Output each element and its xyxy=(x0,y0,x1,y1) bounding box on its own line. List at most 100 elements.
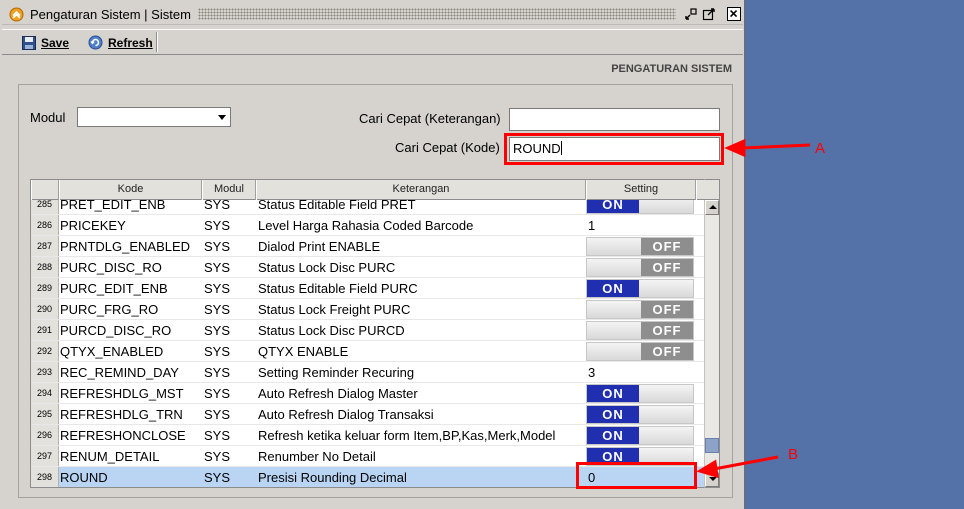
cell-kode[interactable]: ROUND xyxy=(59,467,202,487)
cell-kode[interactable]: PRNTDLG_ENABLED xyxy=(59,236,202,256)
vertical-scrollbar[interactable] xyxy=(704,179,720,488)
cell-modul[interactable]: SYS xyxy=(202,341,256,361)
cell-kode[interactable]: REFRESHONCLOSE xyxy=(59,425,202,445)
table-row[interactable]: 291 PURCD_DISC_RO SYS Status Lock Disc PURC… xyxy=(31,320,705,341)
keterangan-search-input[interactable] xyxy=(509,108,720,131)
scroll-down-button[interactable] xyxy=(705,472,719,487)
cell-keterangan[interactable]: Presisi Rounding Decimal xyxy=(256,467,586,487)
table-row[interactable]: 286 PRICEKEY SYS Level Harga Rahasia Coded … xyxy=(31,215,705,236)
table-row[interactable]: 293 REC_REMIND_DAY SYS Setting Reminder Rec… xyxy=(31,362,705,383)
cell-kode[interactable]: RENUM_DETAIL xyxy=(59,446,202,466)
table-row[interactable]: 287 PRNTDLG_ENABLED SYS Dialod Print ENABLE… xyxy=(31,236,705,257)
cell-keterangan[interactable]: Auto Refresh Dialog Transaksi xyxy=(256,404,586,424)
setting-value[interactable]: 3 xyxy=(588,365,595,380)
row-number[interactable]: 286 xyxy=(31,215,59,235)
column-header-kode[interactable]: Kode xyxy=(59,180,202,200)
row-number[interactable]: 289 xyxy=(31,278,59,298)
cell-modul[interactable]: SYS xyxy=(202,362,256,382)
setting-toggle[interactable]: OFF xyxy=(586,237,694,256)
row-number[interactable]: 296 xyxy=(31,425,59,445)
row-number[interactable]: 287 xyxy=(31,236,59,256)
cell-setting[interactable]: ON xyxy=(586,383,696,403)
cell-kode[interactable]: REC_REMIND_DAY xyxy=(59,362,202,382)
save-button[interactable]: Save xyxy=(18,32,73,53)
setting-value[interactable]: 1 xyxy=(588,218,595,233)
close-icon[interactable] xyxy=(727,7,741,21)
cell-modul[interactable]: SYS xyxy=(202,383,256,403)
setting-toggle[interactable]: ON xyxy=(586,279,694,298)
column-header-keterangan[interactable]: Keterangan xyxy=(256,180,586,200)
cell-setting[interactable]: 1 xyxy=(586,215,696,235)
cell-kode[interactable]: PURCD_DISC_RO xyxy=(59,320,202,340)
cell-kode[interactable]: PRICEKEY xyxy=(59,215,202,235)
cell-modul[interactable]: SYS xyxy=(202,215,256,235)
scroll-up-button[interactable] xyxy=(705,200,719,215)
restore-icon[interactable] xyxy=(684,7,698,21)
row-number[interactable]: 297 xyxy=(31,446,59,466)
cell-keterangan[interactable]: Status Lock Freight PURC xyxy=(256,299,586,319)
table-row[interactable]: 295 REFRESHDLG_TRN SYS Auto Refresh Dialog … xyxy=(31,404,705,425)
cell-modul[interactable]: SYS xyxy=(202,320,256,340)
cell-keterangan[interactable]: Level Harga Rahasia Coded Barcode xyxy=(256,215,586,235)
table-row[interactable]: 290 PURC_FRG_RO SYS Status Lock Freight PUR… xyxy=(31,299,705,320)
setting-toggle[interactable]: ON xyxy=(586,426,694,445)
cell-keterangan[interactable]: Status Lock Disc PURC xyxy=(256,257,586,277)
row-number[interactable]: 288 xyxy=(31,257,59,277)
cell-kode[interactable]: REFRESHDLG_TRN xyxy=(59,404,202,424)
cell-keterangan[interactable]: Status Editable Field PURC xyxy=(256,278,586,298)
setting-toggle[interactable]: ON xyxy=(586,384,694,403)
table-row[interactable]: 296 REFRESHONCLOSE SYS Refresh ketika kelua… xyxy=(31,425,705,446)
modul-dropdown[interactable] xyxy=(77,107,231,127)
row-number[interactable]: 290 xyxy=(31,299,59,319)
cell-modul[interactable]: SYS xyxy=(202,257,256,277)
cell-keterangan[interactable]: Status Lock Disc PURCD xyxy=(256,320,586,340)
cell-modul[interactable]: SYS xyxy=(202,467,256,487)
cell-modul[interactable]: SYS xyxy=(202,446,256,466)
cell-setting[interactable]: OFF xyxy=(586,320,696,340)
setting-toggle[interactable]: OFF xyxy=(586,300,694,319)
setting-toggle[interactable]: OFF xyxy=(586,258,694,277)
cell-setting[interactable]: 3 xyxy=(586,362,696,382)
cell-keterangan[interactable]: QTYX ENABLE xyxy=(256,341,586,361)
setting-toggle[interactable]: ON xyxy=(586,405,694,424)
cell-kode[interactable]: QTYX_ENABLED xyxy=(59,341,202,361)
cell-modul[interactable]: SYS xyxy=(202,425,256,445)
row-number[interactable]: 292 xyxy=(31,341,59,361)
cell-kode[interactable]: PURC_DISC_RO xyxy=(59,257,202,277)
table-row[interactable]: 289 PURC_EDIT_ENB SYS Status Editable Field… xyxy=(31,278,705,299)
cell-modul[interactable]: SYS xyxy=(202,404,256,424)
scroll-thumb[interactable] xyxy=(705,438,719,453)
cell-setting[interactable]: ON xyxy=(586,404,696,424)
cell-kode[interactable]: PURC_EDIT_ENB xyxy=(59,278,202,298)
cell-kode[interactable]: PURC_FRG_RO xyxy=(59,299,202,319)
table-row[interactable]: 292 QTYX_ENABLED SYS QTYX ENABLE OFF xyxy=(31,341,705,362)
cell-setting[interactable]: OFF xyxy=(586,257,696,277)
cell-modul[interactable]: SYS xyxy=(202,299,256,319)
title-bar[interactable]: Pengaturan Sistem | Sistem xyxy=(2,3,743,25)
cell-setting[interactable]: OFF xyxy=(586,236,696,256)
cell-keterangan[interactable]: Renumber No Detail xyxy=(256,446,586,466)
table-row[interactable]: 294 REFRESHDLG_MST SYS Auto Refresh Dialog … xyxy=(31,383,705,404)
column-header-modul[interactable]: Modul xyxy=(202,180,256,200)
row-number[interactable]: 298 xyxy=(31,467,59,487)
cell-keterangan[interactable]: Refresh ketika keluar form Item,BP,Kas,M… xyxy=(256,425,586,445)
row-number[interactable]: 293 xyxy=(31,362,59,382)
cell-keterangan[interactable]: Dialod Print ENABLE xyxy=(256,236,586,256)
setting-toggle[interactable]: OFF xyxy=(586,321,694,340)
table-row[interactable]: 288 PURC_DISC_RO SYS Status Lock Disc PURC O… xyxy=(31,257,705,278)
cell-modul[interactable]: SYS xyxy=(202,278,256,298)
chevron-down-icon[interactable] xyxy=(218,115,226,120)
cell-keterangan[interactable]: Setting Reminder Recuring xyxy=(256,362,586,382)
cell-setting[interactable]: OFF xyxy=(586,299,696,319)
maximize-icon[interactable] xyxy=(702,7,716,21)
cell-setting[interactable]: ON xyxy=(586,278,696,298)
cell-modul[interactable]: SYS xyxy=(202,236,256,256)
row-number[interactable]: 291 xyxy=(31,320,59,340)
row-number[interactable]: 295 xyxy=(31,404,59,424)
cell-setting[interactable]: OFF xyxy=(586,341,696,361)
refresh-button[interactable]: Refresh xyxy=(84,32,157,53)
setting-toggle[interactable]: OFF xyxy=(586,342,694,361)
column-header-setting[interactable]: Setting xyxy=(586,180,696,200)
row-number[interactable]: 294 xyxy=(31,383,59,403)
cell-setting[interactable]: ON xyxy=(586,425,696,445)
